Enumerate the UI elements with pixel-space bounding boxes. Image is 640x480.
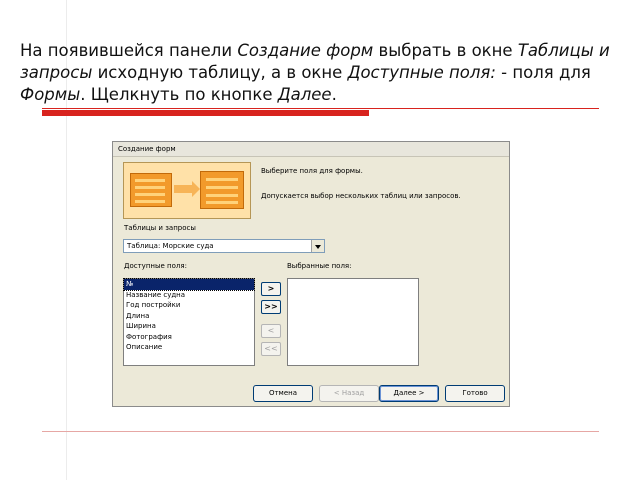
add-field-button[interactable]: > [261,282,281,296]
instruction-run: - поля для [495,63,591,82]
available-fields-label: Доступные поля: [124,262,187,270]
field-list-item[interactable]: Ширина [124,321,254,332]
tables-queries-label: Таблицы и запросы [124,224,196,232]
field-list-item[interactable]: Фотография [124,332,254,343]
selected-fields-list[interactable] [287,278,419,366]
chevron-down-icon[interactable] [311,240,324,252]
dialog-title-bar: Создание форм [113,142,509,157]
instruction-run: На появившейся панели [20,41,238,60]
intro-text-2: Допускается выбор нескольких таблиц или … [261,192,461,200]
available-fields-list[interactable]: № Название судна Год постройки Длина Ширина Ф… [123,278,255,366]
tables-queries-combo[interactable]: Таблица: Морские суда [123,239,325,253]
field-list-item[interactable]: Год постройки [124,300,254,311]
bottom-divider [42,431,599,432]
instruction-run: Формы [20,85,81,104]
finish-button[interactable]: Готово [445,385,505,402]
field-list-item[interactable]: Описание [124,342,254,353]
back-button[interactable]: < Назад [319,385,379,402]
remove-all-fields-button[interactable]: << [261,342,281,356]
instruction-run: Доступные поля: [347,63,496,82]
next-button[interactable]: Далее > [379,385,439,402]
tables-queries-value: Таблица: Морские суда [127,242,214,250]
selected-fields-label: Выбранные поля: [287,262,352,270]
create-form-dialog: Создание форм Выберите поля для формы. Д… [112,141,510,407]
wizard-illustration-icon [123,162,251,219]
instruction-run: Далее [277,85,332,104]
dialog-title: Создание форм [118,145,176,153]
instruction-run: выбрать в окне [373,41,518,60]
intro-text-1: Выберите поля для формы. [261,167,363,175]
divider-line [42,108,599,109]
instruction-run: исходную таблицу, а в окне [92,63,348,82]
field-list-item[interactable]: № [123,278,255,291]
instruction-run: Создание форм [237,41,374,60]
instruction-run: . Щелкнуть по кнопке [80,85,278,104]
accent-bar [42,110,369,116]
field-list-item[interactable]: Название судна [124,290,254,301]
instruction-run: . [331,85,337,104]
add-all-fields-button[interactable]: >> [261,300,281,314]
field-list-item[interactable]: Длина [124,311,254,322]
cancel-button[interactable]: Отмена [253,385,313,402]
remove-field-button[interactable]: < [261,324,281,338]
slide-instruction-text: На появившейся панели Создание форм выбр… [20,40,620,106]
